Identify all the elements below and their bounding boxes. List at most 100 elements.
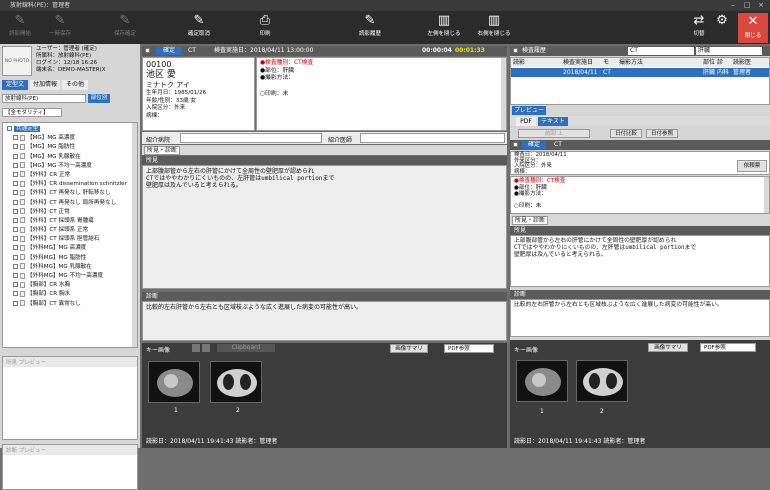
tab-preview[interactable]: プレビュー — [512, 106, 546, 115]
image-summary-button[interactable]: 画像サマリ — [390, 344, 428, 353]
checkbox[interactable] — [13, 282, 18, 288]
preview-tab-finding[interactable]: 所見・診断 — [512, 216, 548, 225]
confirm-save-button[interactable]: ✎ 保存確定 — [108, 11, 142, 44]
checkbox[interactable] — [13, 153, 18, 159]
list-item[interactable]: 【外科MG】MG 高濃度 — [7, 244, 133, 253]
print-button[interactable]: ⎙ 印刷 — [248, 11, 282, 44]
checkbox[interactable] — [13, 227, 18, 233]
preview-checkbox[interactable] — [513, 142, 518, 147]
checkbox[interactable] — [13, 254, 18, 260]
checkbox[interactable] — [13, 199, 18, 205]
list-item[interactable]: 【MG】MG 高濃度 — [7, 134, 133, 143]
list-item[interactable]: 【MG】MG 脂肪性 — [7, 143, 133, 152]
kind-select[interactable]: 部位別 — [88, 94, 110, 103]
date-reference-button[interactable]: 日付参照 — [646, 129, 678, 138]
checkbox[interactable] — [13, 181, 18, 187]
referral-hospital-select[interactable] — [180, 133, 322, 143]
history-modality-select[interactable]: CT — [628, 47, 694, 55]
list-item[interactable]: 【外科MG】MG 脂肪性 — [7, 254, 133, 263]
clipboard-button[interactable]: Clipboard — [217, 344, 275, 352]
preview-pdf-select[interactable]: PDF参照 — [700, 343, 756, 352]
close-right-button[interactable]: ▥ 右側を閉じる — [474, 11, 514, 44]
print-status: ○印刷：未 — [260, 90, 289, 97]
minimize-icon[interactable]: – — [726, 0, 740, 11]
checkbox[interactable] — [7, 126, 12, 131]
preview-ct-thumbnail-1[interactable] — [516, 360, 568, 402]
tab-other[interactable]: その他 — [62, 80, 88, 90]
history-checkbox[interactable] — [513, 48, 518, 53]
order-scrollbar[interactable] — [501, 58, 506, 130]
checkbox[interactable] — [13, 291, 18, 297]
checkbox[interactable] — [13, 263, 18, 269]
ct-thumbnail-2[interactable] — [210, 361, 262, 403]
list-item[interactable]: 【外科MG】MG 不均一高濃度 — [7, 272, 133, 281]
checkbox[interactable] — [13, 217, 18, 223]
referral-doctor-select[interactable] — [360, 133, 505, 143]
tab-pdf[interactable]: PDF — [516, 117, 536, 126]
history-icon: ✎ — [364, 13, 376, 28]
patient-name: 池区 愛 — [146, 70, 176, 80]
tab-text[interactable]: テキスト — [538, 117, 568, 126]
preview-image-summary-button[interactable]: 画像サマリ — [648, 343, 688, 352]
list-item[interactable]: 【胸部】CT 異常なし — [7, 300, 133, 309]
checkbox[interactable] — [13, 273, 18, 278]
preview-order-scrollbar[interactable] — [764, 177, 769, 213]
tree-scrollbar[interactable] — [132, 123, 137, 347]
tree-root[interactable]: 共通定型 — [7, 125, 133, 134]
date-compare-button[interactable]: 日付比較 — [610, 129, 642, 138]
modality-select[interactable]: 【全モダリティ】 — [2, 108, 62, 117]
maximize-icon[interactable]: □ — [740, 0, 754, 11]
list-item[interactable]: 【外科MG】MG 乳腺散在 — [7, 263, 133, 272]
checkbox[interactable] — [13, 190, 18, 196]
history-part-select[interactable]: 肝臓 — [696, 47, 762, 55]
tab-confirmed[interactable]: 確定 — [156, 47, 182, 55]
checkbox[interactable] — [13, 171, 18, 177]
exam-date: 検査実施日：2018/04/11 13:00:00 — [214, 47, 314, 54]
table-row[interactable]: 2018/04/11 CT 肝臓 内科 管理者 — [511, 68, 769, 77]
key-image-tool-2[interactable] — [202, 344, 210, 352]
tab-finding-diagnosis[interactable]: 所見・診断 — [144, 146, 180, 155]
list-item[interactable]: 【外科】CT 採頭系 胃腫瘍 — [7, 217, 133, 226]
tab-template[interactable]: 定型文 — [2, 80, 28, 90]
list-item[interactable]: 【外科】CR dissemination schnitzler — [7, 180, 133, 189]
previous-select[interactable]: 前回 上 — [518, 129, 590, 138]
switch-button[interactable]: ⇄ 切替 — [684, 11, 714, 44]
list-item[interactable]: 【外科】CT 採頭系 正常 — [7, 226, 133, 235]
list-item[interactable]: 【外科】CR 正常 — [7, 171, 133, 180]
list-item[interactable]: 【外科】CT 再発なし 局所再発なし — [7, 199, 133, 208]
reading-history-button[interactable]: ✎ 読影履歴 — [353, 11, 387, 44]
close-app-button[interactable]: ✕ 閉じる — [738, 13, 768, 43]
list-item[interactable]: 【MG】MG 不均一高濃度 — [7, 162, 133, 171]
checkbox[interactable] — [13, 208, 18, 214]
preview-tab-confirmed[interactable]: 確定 — [522, 141, 546, 149]
preview-exam-header: 確定 CT — [510, 140, 770, 150]
request-form-button[interactable]: 依頼票 — [737, 160, 767, 172]
checkbox[interactable] — [13, 162, 18, 168]
close-left-button[interactable]: ▥ 左側を閉じる — [424, 11, 464, 44]
checkbox[interactable] — [13, 236, 18, 242]
checkbox[interactable] — [13, 300, 18, 306]
preview-ct-thumbnail-2[interactable] — [576, 360, 628, 402]
list-item[interactable]: 【胸部】CR 水胸 — [7, 281, 133, 290]
window-close-icon[interactable]: × — [754, 0, 768, 11]
list-item[interactable]: 【胸部】CR 胸水 — [7, 290, 133, 299]
list-item[interactable]: 【MG】MG 乳腺散在 — [7, 153, 133, 162]
dept-select[interactable]: 放射線科(PE) — [2, 94, 86, 103]
list-item[interactable]: 【外科】CT 正常 — [7, 208, 133, 217]
temp-save-button[interactable]: ✎ 一時保存 — [43, 11, 77, 44]
checkbox[interactable] — [13, 135, 18, 141]
start-reading-button[interactable]: ✎ 読影開始 — [3, 11, 37, 44]
finding-textarea[interactable]: 上部腹部管から左右の肝管にかけて全周性の壁肥厚が認められ CTではややわかりにく… — [142, 165, 507, 289]
cancel-confirm-button[interactable]: ✎ 確定取消 — [182, 11, 216, 44]
settings-button[interactable]: ⚙ — [712, 11, 732, 44]
list-item[interactable]: 【外科】CT 採頭系 胆管結石 — [7, 235, 133, 244]
ct-thumbnail-1[interactable] — [148, 361, 200, 403]
diagnosis-textarea[interactable]: 比較的左右肝管から左右とも区域枝ぶような広く進展した病変の可能性が高い。 — [142, 301, 507, 341]
key-image-tool-1[interactable] — [192, 344, 200, 352]
list-item[interactable]: 【外科】CT 再発なし 肝転移なし — [7, 189, 133, 198]
pdf-reference-select[interactable]: PDF参照 — [444, 344, 494, 353]
checkbox[interactable] — [13, 245, 18, 251]
tab-extra-info[interactable]: 付加情報 — [30, 80, 60, 90]
exam-checkbox[interactable] — [145, 48, 150, 53]
checkbox[interactable] — [13, 144, 18, 150]
